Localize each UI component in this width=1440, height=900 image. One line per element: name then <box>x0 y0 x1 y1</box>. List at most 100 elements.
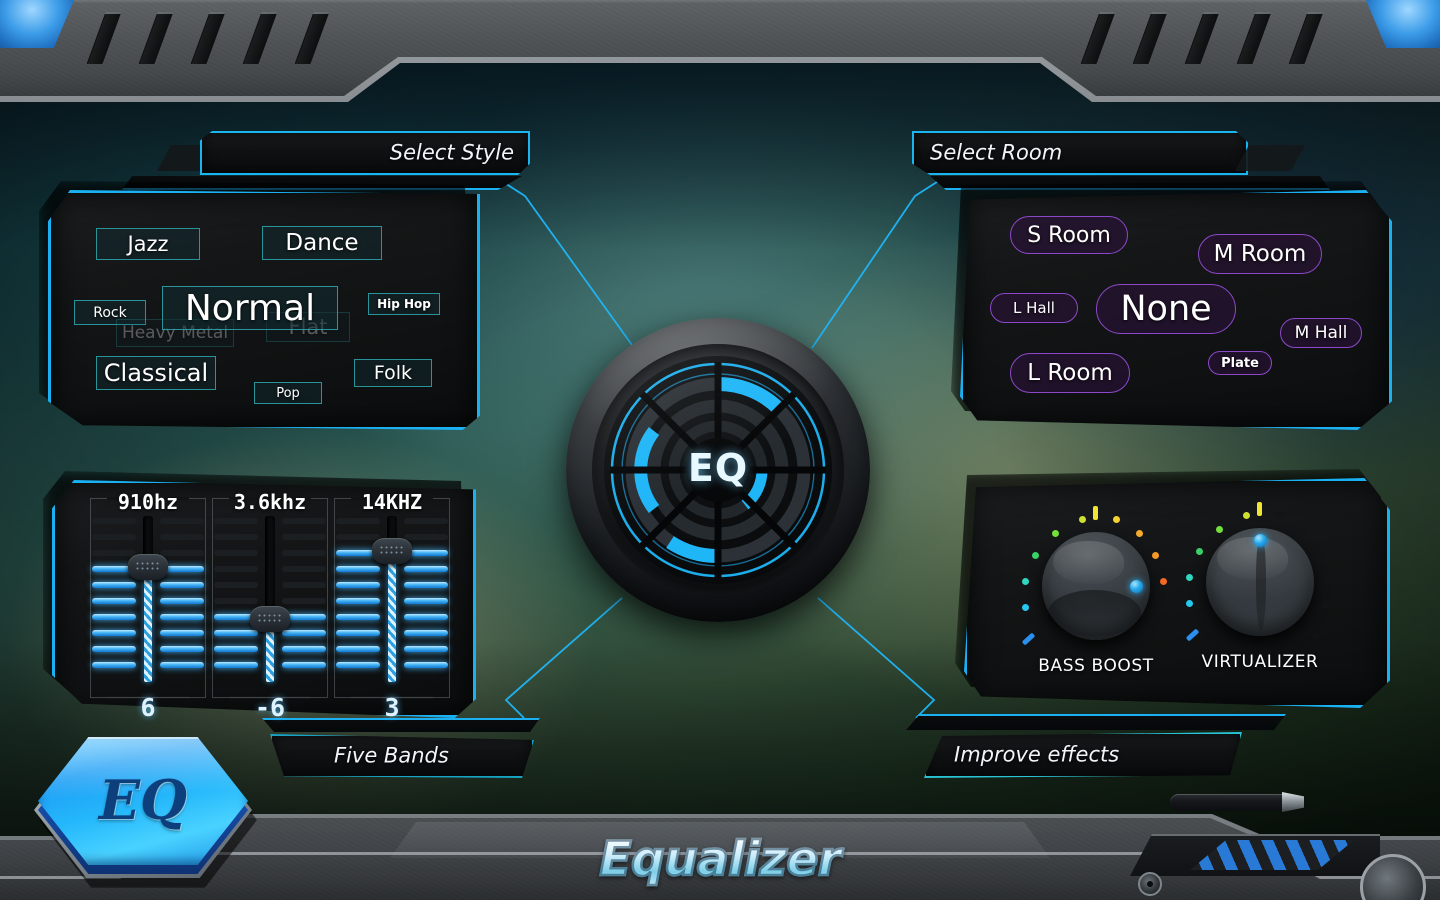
style-chip-dance[interactable]: Dance <box>262 226 382 260</box>
tab-effects-underbar <box>906 714 1286 730</box>
style-chip-label: Classical <box>103 359 209 387</box>
decor-rod-tip <box>1282 792 1304 812</box>
knob-tick <box>1136 530 1143 537</box>
knob-tick <box>1021 632 1036 646</box>
tab-five-bands[interactable]: Five Bands <box>270 734 534 778</box>
panel-five-bands: 910hz 6 3.6khz -6 14KHZ 3 <box>43 471 476 722</box>
knob-tick <box>1186 574 1193 581</box>
room-pill-label: L Room <box>1027 360 1113 386</box>
style-chip-label: Normal <box>184 287 316 329</box>
room-pill-label: S Room <box>1027 222 1111 248</box>
eq-button[interactable]: EQ <box>34 737 257 888</box>
tab-select-room[interactable]: Select Room <box>912 131 1305 175</box>
knob-tick <box>1257 502 1262 516</box>
style-chip-folk[interactable]: Folk <box>354 359 432 387</box>
knob-tick <box>1113 516 1120 523</box>
knob-tick <box>1196 548 1203 555</box>
panel-select-room: S Room M Room L Hall None M Hall L Room … <box>951 181 1392 430</box>
band-frequency-label: 3.6khz <box>233 490 307 514</box>
room-pill-label: M Room <box>1213 241 1307 267</box>
knob-tick <box>1322 602 1329 609</box>
tab-effects-label: Improve effects <box>954 742 1120 767</box>
tab-bands-label: Five Bands <box>334 743 449 768</box>
band-slider-track[interactable] <box>265 516 275 682</box>
band-slider-fill <box>388 550 396 682</box>
eq-button-label: EQ <box>98 768 188 832</box>
knob-tick <box>1185 628 1200 642</box>
panel-select-style: Jazz Dance Rock Normal Hip Hop Heavy Met… <box>39 181 480 430</box>
style-chip-hip-hop[interactable]: Hip Hop <box>368 293 440 315</box>
band-led-column-left <box>214 518 258 678</box>
style-chip-label: Pop <box>276 385 300 401</box>
knob-tick <box>1216 526 1223 533</box>
band-slider-fill <box>144 566 152 682</box>
band-value-readout: -6 <box>254 693 286 722</box>
knob-tick <box>1093 506 1098 520</box>
band-led-column-left <box>92 518 136 678</box>
band-slider-thumb[interactable] <box>128 554 168 580</box>
style-chip-classical[interactable]: Classical <box>96 356 216 390</box>
knob-tick <box>1032 552 1039 559</box>
room-pill-label: Plate <box>1221 355 1259 371</box>
band-slider-track[interactable] <box>143 516 153 682</box>
knob-tick <box>1160 578 1167 585</box>
style-chip-jazz[interactable]: Jazz <box>96 228 200 260</box>
band-14khz: 14KHZ 3 <box>332 490 452 722</box>
panel-improve-effects: BASS BOOST VIRTUALIZER <box>955 469 1390 708</box>
style-chip-normal[interactable]: Normal <box>162 286 338 330</box>
band-3-6khz: 3.6khz -6 <box>210 490 330 722</box>
decor-rod <box>1170 794 1292 811</box>
tab-style-label: Select Style <box>389 140 514 165</box>
knob-tick <box>1186 600 1193 607</box>
room-pill-none[interactable]: None <box>1096 284 1236 334</box>
band-frequency-label: 14KHZ <box>361 490 423 514</box>
knob-tick <box>1052 530 1059 537</box>
band-led-column-right <box>160 518 204 678</box>
style-chip-label: Hip Hop <box>377 297 431 311</box>
center-dial-label: EQ <box>687 446 749 491</box>
knob-tick <box>1152 552 1159 559</box>
band-led-column-right <box>404 518 448 678</box>
room-pill-l-room[interactable]: L Room <box>1010 353 1130 393</box>
knob-tick <box>1305 626 1320 640</box>
band-frequency-label: 910hz <box>117 490 179 514</box>
knob-tick <box>1324 574 1331 581</box>
center-eq-dial[interactable]: EQ <box>566 318 870 622</box>
knob-tick <box>1079 516 1086 523</box>
knob-tick <box>1300 526 1307 533</box>
app-stage: Select Style Jazz Dance Rock Normal Hip … <box>0 0 1440 900</box>
tab-select-style[interactable]: Select Style <box>157 131 530 175</box>
band-value-readout: 3 <box>384 693 400 722</box>
band-slider-thumb[interactable] <box>372 538 412 564</box>
decor-screw-icon <box>1138 872 1162 896</box>
knob-tick <box>1022 578 1029 585</box>
knob-tick <box>1277 512 1284 519</box>
knob-label: VIRTUALIZER <box>1201 652 1319 672</box>
room-pill-m-room[interactable]: M Room <box>1198 234 1322 274</box>
tab-room-label: Select Room <box>930 140 1063 165</box>
band-led-column-right <box>282 518 326 678</box>
bottom-right-decor <box>1100 776 1440 900</box>
style-chip-label: Jazz <box>127 232 169 256</box>
knob-indicator <box>1130 580 1143 593</box>
knob-tick <box>1022 604 1029 611</box>
style-chip-label: Dance <box>285 230 359 256</box>
knob-tick <box>1141 630 1156 644</box>
knob-tick <box>1316 548 1323 555</box>
room-pill-plate[interactable]: Plate <box>1208 351 1272 375</box>
room-pill-label: M Hall <box>1294 323 1348 343</box>
style-chip-label: Folk <box>373 362 413 384</box>
band-910hz: 910hz 6 <box>88 490 208 722</box>
style-chip-pop[interactable]: Pop <box>254 382 322 404</box>
room-pill-l-hall[interactable]: L Hall <box>990 293 1078 323</box>
tab-improve-effects[interactable]: Improve effects <box>924 732 1242 778</box>
knob-bass-boost[interactable]: BASS BOOST <box>1016 504 1176 684</box>
knob-virtualizer[interactable]: VIRTUALIZER <box>1180 500 1340 680</box>
room-pill-s-room[interactable]: S Room <box>1010 216 1128 254</box>
room-pill-m-hall[interactable]: M Hall <box>1280 318 1362 348</box>
knob-tick <box>1158 606 1165 613</box>
knob-indicator <box>1254 534 1267 547</box>
band-value-readout: 6 <box>140 693 156 722</box>
knob-tick <box>1243 512 1250 519</box>
band-slider-thumb[interactable] <box>250 606 290 632</box>
